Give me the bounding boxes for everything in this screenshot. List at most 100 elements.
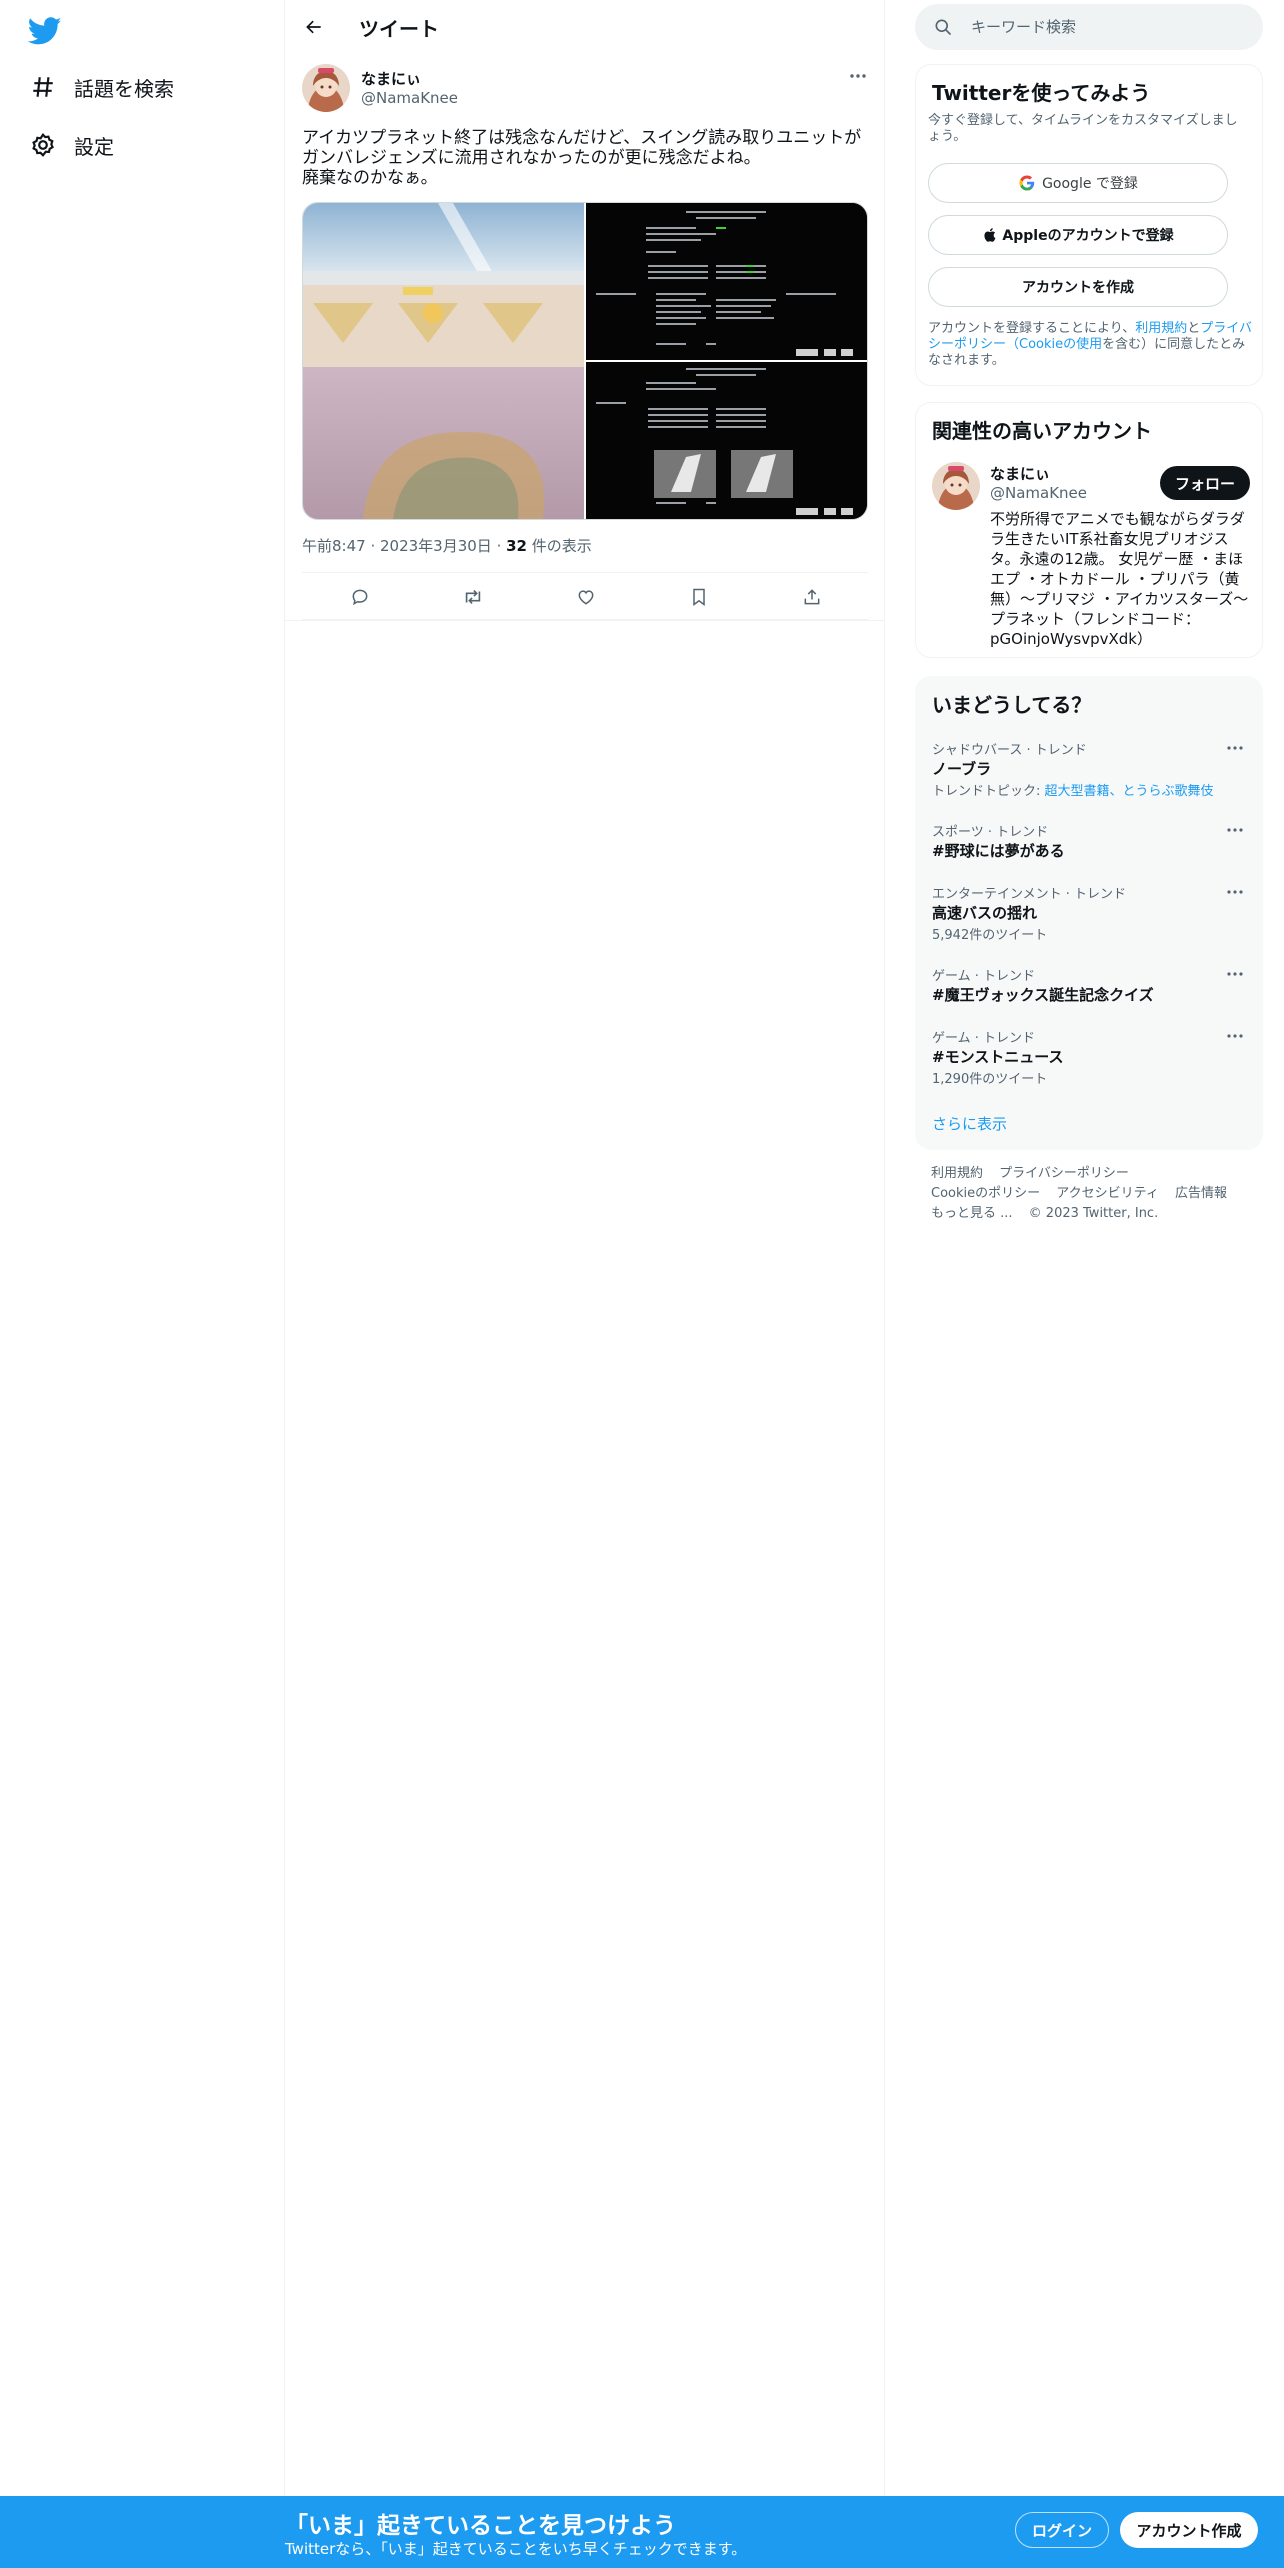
more-dots-icon [1227, 746, 1243, 750]
bookmark-icon [693, 588, 705, 606]
meta-separator: · [491, 537, 507, 555]
hashtag-icon [28, 72, 58, 102]
trend-item[interactable]: スポーツ · トレンド #野球には夢がある [916, 821, 1264, 861]
trend-more-button[interactable] [1222, 883, 1248, 901]
trend-name: ノーブラ [932, 760, 992, 778]
trend-category: エンターテインメント · トレンド [932, 887, 1127, 902]
back-button[interactable] [296, 9, 332, 45]
right-sidebar: Twitterを使ってみよう 今すぐ登録して、タイムラインをカスタマイズしましょ… [885, 0, 1284, 2496]
footer-terms-link[interactable]: 利用規約 [931, 1166, 983, 1181]
footer-accessibility-link[interactable]: アクセシビリティ [1056, 1186, 1159, 1201]
trend-topic-link[interactable]: 超大型書籍、とうらぶ歌舞伎 [1045, 784, 1214, 799]
left-navigation: 話題を検索 設定 [0, 0, 285, 2496]
tweet-photo-2[interactable] [586, 203, 867, 360]
terms-link[interactable]: 利用規約 [1135, 321, 1187, 336]
related-account-name[interactable]: なまにぃ [990, 463, 1050, 484]
tweet-more-button[interactable] [841, 64, 875, 88]
cookie-link[interactable]: （Cookieの使用 [1006, 337, 1102, 352]
trend-item[interactable]: エンターテインメント · トレンド 高速バスの揺れ 5,942件のツイート [916, 883, 1264, 943]
trends-card-title: いまどうしてる？ [932, 693, 1092, 717]
share-button[interactable] [800, 585, 824, 609]
signup-legal-text: アカウントを登録することにより、利用規約とプライバシーポリシー（Cookieの使… [928, 321, 1252, 369]
follow-button[interactable]: フォロー [1160, 466, 1250, 500]
search-icon [933, 17, 953, 41]
footer-copyright: © 2023 Twitter, Inc. [1028, 1206, 1159, 1221]
trend-more-button[interactable] [1222, 739, 1248, 757]
footer-more-button[interactable]: もっと見る ... [931, 1206, 1013, 1221]
tweet-photo-3[interactable] [586, 362, 867, 519]
tweet-date[interactable]: 2023年3月30日 [380, 537, 492, 555]
related-account-bio: 不労所得でアニメでも観ながらダラダラ生きたいIT系社畜女児プリオジスタ。永遠の1… [990, 510, 1249, 648]
trend-item[interactable]: ゲーム · トレンド #魔王ヴォックス誕生記念クイズ [916, 965, 1264, 1005]
trends-card: いまどうしてる？ シャドウバース · トレンド ノーブラ トレンドトピック: 超… [915, 676, 1263, 1150]
related-account-handle[interactable]: @NamaKnee [990, 484, 1087, 502]
google-signup-button[interactable]: Google で登録 [928, 163, 1228, 203]
tweet-metadata: 午前8:47 · 2023年3月30日 · 32 件の表示 [302, 535, 592, 556]
legal-and: と [1187, 321, 1201, 336]
bottom-bar-subtitle: Twitterなら、「いま」起きていることをいち早くチェックできます。 [285, 2540, 747, 2558]
trend-category: スポーツ · トレンド [932, 825, 1049, 840]
apple-signup-button[interactable]: Appleのアカウントで登録 [928, 215, 1228, 255]
main-column: ツイート なまにぃ @NamaKnee アイカツプラネット終了は残念なんだけど、… [285, 0, 885, 2496]
retweet-button[interactable] [461, 585, 485, 609]
related-account-avatar[interactable] [932, 462, 980, 510]
tweet-time[interactable]: 午前8:47 [302, 537, 366, 555]
trend-category: ゲーム · トレンド [932, 1031, 1036, 1046]
google-signup-label: Google で登録 [1042, 176, 1138, 192]
bottom-signup-bar: 「いま」起きていることを見つけよう Twitterなら、「いま」起きていることを… [0, 2496, 1284, 2568]
google-icon [1019, 175, 1035, 191]
retweet-icon [465, 589, 481, 605]
footer-cookie-link[interactable]: Cookieのポリシー [931, 1186, 1040, 1201]
gear-icon [28, 130, 58, 160]
apple-signup-label: Appleのアカウントで登録 [1002, 228, 1174, 244]
footer-links: 利用規約 プライバシーポリシー Cookieのポリシー アクセシビリティ 広告情… [931, 1164, 1251, 1224]
more-dots-icon [1227, 890, 1243, 894]
trend-category: シャドウバース · トレンド [932, 743, 1087, 758]
nav-explore[interactable]: 話題を検索 [28, 67, 174, 107]
trend-more-button[interactable] [1222, 965, 1248, 983]
tweet-text: アイカツプラネット終了は残念なんだけど、スイング読み取りユニットが ガンバレジェ… [302, 128, 862, 188]
tweet-photo-1[interactable] [303, 203, 584, 519]
signup-button[interactable]: アカウント作成 [1120, 2512, 1258, 2548]
arrow-left-icon [306, 20, 321, 34]
footer-privacy-link[interactable]: プライバシーポリシー [999, 1166, 1129, 1181]
trend-name: 高速バスの揺れ [932, 904, 1038, 922]
tweet-author-name[interactable]: なまにぃ [361, 68, 421, 89]
search-input[interactable] [971, 16, 1251, 38]
trend-topics: トレンドトピック: 超大型書籍、とうらぶ歌舞伎 [932, 780, 1214, 799]
bookmark-button[interactable] [687, 585, 711, 609]
trend-name: #魔王ヴォックス誕生記念クイズ [932, 986, 1154, 1004]
more-dots-icon [1227, 1034, 1243, 1038]
signup-card: Twitterを使ってみよう 今すぐ登録して、タイムラインをカスタマイズしましょ… [915, 64, 1263, 386]
tweet-author-handle[interactable]: @NamaKnee [361, 89, 458, 107]
nav-settings-label: 設定 [74, 134, 114, 159]
tweet-author-avatar[interactable] [302, 64, 350, 112]
like-button[interactable] [574, 585, 598, 609]
tweet-views-count: 32 [506, 537, 527, 555]
signup-card-title: Twitterを使ってみよう [932, 81, 1151, 105]
create-account-button[interactable]: アカウントを作成 [928, 267, 1228, 307]
footer-ads-link[interactable]: 広告情報 [1175, 1186, 1227, 1201]
trend-tweet-count: 1,290件のツイート [932, 1072, 1048, 1087]
trend-name: #モンストニュース [932, 1048, 1064, 1066]
share-icon [804, 589, 820, 605]
trend-item[interactable]: ゲーム · トレンド #モンストニュース 1,290件のツイート [916, 1027, 1264, 1087]
page-header: ツイート [285, 0, 885, 54]
signup-card-subtitle: 今すぐ登録して、タイムラインをカスタマイズしましょう。 [928, 113, 1238, 144]
more-dots-icon [850, 74, 866, 78]
apple-icon [984, 228, 996, 242]
trend-more-button[interactable] [1222, 821, 1248, 839]
twitter-logo-icon[interactable] [27, 14, 62, 48]
trend-item[interactable]: シャドウバース · トレンド ノーブラ トレンドトピック: 超大型書籍、とうらぶ… [916, 739, 1264, 799]
heart-icon [578, 590, 594, 605]
login-button[interactable]: ログイン [1015, 2512, 1109, 2548]
nav-settings[interactable]: 設定 [28, 125, 114, 165]
related-card-title: 関連性の高いアカウント [932, 419, 1152, 443]
show-more-trends-link[interactable]: さらに表示 [932, 1113, 1007, 1134]
trend-topics-prefix: トレンドトピック: [932, 784, 1045, 799]
search-box [915, 4, 1263, 50]
trend-tweet-count: 5,942件のツイート [932, 928, 1048, 943]
legal-prefix: アカウントを登録することにより、 [928, 321, 1136, 336]
trend-more-button[interactable] [1222, 1027, 1248, 1045]
reply-button[interactable] [348, 585, 372, 609]
